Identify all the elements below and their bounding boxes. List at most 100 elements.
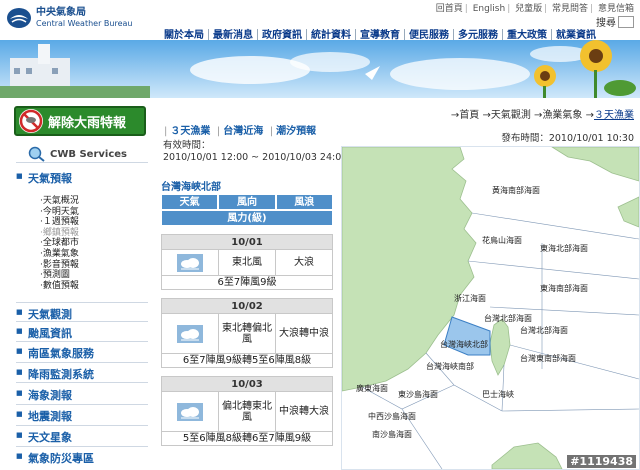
sidebar-weather-forecast[interactable]: 天氣預報	[16, 170, 72, 186]
breadcrumb: →首頁 →天氣觀測 →漁業氣象 →３天漁業	[450, 110, 634, 121]
wind-dir-cell: 東北轉偏北風	[219, 314, 276, 353]
wind-level-cell: 6至7陣風9級轉5至6陣風8級	[161, 354, 333, 368]
sidebar-earthquake[interactable]: 地震測報	[16, 408, 72, 424]
link-kids[interactable]: 兒童版	[515, 4, 542, 14]
divider	[16, 302, 148, 303]
search-area: 搜尋	[596, 14, 634, 29]
divider	[16, 404, 148, 405]
link-english[interactable]: English	[473, 4, 506, 14]
table-row: 偏北轉東北風 中浪轉大浪	[161, 392, 333, 432]
map-label: 台灣北部海面	[484, 313, 532, 323]
cwb-services-link[interactable]: CWB Services	[26, 146, 127, 162]
col-wave: 風浪	[275, 194, 333, 210]
crumb-current[interactable]: ３天漁業	[594, 110, 634, 121]
divider	[16, 382, 148, 383]
forecast-table: 天氣 風向 風浪 風力(級) 10/01 東北風 大浪 6至7陣風9級 10/0…	[161, 194, 333, 446]
wind-level-cell: 6至7陣風9級	[161, 276, 333, 290]
sidebar-typhoon[interactable]: 颱風資訊	[16, 325, 72, 341]
day-header: 10/03	[161, 376, 333, 392]
crumb-home[interactable]: 首頁	[459, 110, 479, 121]
subtabs: | ３天漁業 | 台灣近海 | 潮汐預報	[164, 126, 317, 137]
wind-dir-cell: 偏北轉東北風	[219, 392, 276, 431]
sublist-item[interactable]: ·鄉鎮預報	[40, 228, 79, 239]
magnifier-icon	[28, 146, 45, 162]
crumb-observation[interactable]: 天氣觀測	[491, 110, 531, 121]
top-links: 回首頁 | English | 兒童版 | 常見問答 | 意見信箱	[435, 4, 634, 14]
sublist-item[interactable]: ·數值預報	[40, 281, 79, 292]
map-label: 中西沙島海面	[368, 411, 416, 421]
divider	[16, 446, 148, 447]
cwb-logo[interactable]: 中央氣象局 Central Weather Bureau	[6, 5, 156, 31]
map-label: 黃海南部海面	[492, 185, 540, 195]
sidebar-disaster[interactable]: 氣象防災專區	[16, 450, 94, 466]
divider	[16, 425, 148, 426]
sidebar-astronomy[interactable]: 天文星象	[16, 429, 72, 445]
map-label: 台灣北部海面	[520, 325, 568, 335]
day-header: 10/02	[161, 298, 333, 314]
map-label: 巴士海峽	[482, 389, 514, 399]
map-label: 東海南部海面	[540, 283, 588, 293]
map-label: 台灣海峽北部	[440, 339, 488, 349]
logo-title-zh: 中央氣象局	[36, 7, 86, 18]
marine-region-map[interactable]: 黃海南部海面 花鳥山海面 東海北部海面 東海南部海面 浙江海面 台灣北部海面 台…	[341, 146, 640, 470]
region-title: 台灣海峽北部	[161, 182, 221, 193]
sublist-item[interactable]: ·１週預報	[40, 217, 79, 228]
col-wind-dir: 風向	[218, 194, 276, 210]
tab-tide[interactable]: 潮汐預報	[276, 126, 316, 137]
tab-3day-fishery[interactable]: ３天漁業	[170, 126, 210, 137]
valid-label: 有效時間：	[163, 140, 211, 151]
map-label: 東海北部海面	[540, 243, 588, 253]
divider	[16, 341, 148, 342]
sublist-item[interactable]: ·漁業氣象	[40, 249, 79, 260]
search-input[interactable]	[618, 15, 634, 28]
sidebar-weather-observation[interactable]: 天氣觀測	[16, 306, 72, 322]
table-row: 東北風 大浪	[161, 250, 333, 276]
search-label: 搜尋	[596, 18, 616, 29]
watermark: #1119438	[567, 455, 636, 468]
valid-range: 2010/10/01 12:00 ~ 2010/10/03 24:00	[163, 152, 348, 163]
wave-cell: 中浪轉大浪	[279, 406, 329, 417]
map-label: 花鳥山海面	[482, 235, 522, 245]
map-label: 南沙島海面	[372, 429, 412, 439]
sidebar-south-service[interactable]: 南區氣象服務	[16, 345, 94, 361]
wave-cell: 大浪	[294, 257, 314, 268]
header-banner	[0, 40, 640, 98]
sublist-item[interactable]: ·天氣概況	[40, 196, 79, 207]
divider	[16, 321, 148, 322]
link-home[interactable]: 回首頁	[436, 4, 463, 14]
left-sidebar: 解除大雨特報 CWB Services 天氣預報 ·天氣概況 ·今明天氣 ·１週…	[0, 100, 152, 470]
map-label: 東沙島海面	[398, 389, 438, 399]
wind-dir-cell: 東北風	[219, 250, 276, 275]
cwb-emblem-icon	[7, 8, 31, 28]
map-label: 浙江海面	[454, 293, 486, 303]
publish-time: 發布時間：2010/10/01 10:30	[501, 133, 634, 144]
cloudy-icon	[177, 402, 203, 421]
heavy-rain-alert-button[interactable]: 解除大雨特報	[14, 106, 146, 136]
alert-label: 解除大雨特報	[48, 115, 127, 131]
no-rain-icon	[19, 109, 43, 133]
logo-title-en: Central Weather Bureau	[36, 19, 133, 28]
sublist-item[interactable]: ·全球都市	[40, 238, 79, 249]
cloudy-icon	[177, 324, 203, 343]
sidebar-marine[interactable]: 海象測報	[16, 387, 72, 403]
table-row: 東北轉偏北風 大浪轉中浪	[161, 314, 333, 354]
map-label: 台灣海峽南部	[426, 361, 474, 371]
valid-time: 有效時間： 2010/10/01 12:00 ~ 2010/10/03 24:0…	[163, 140, 347, 164]
wind-level-cell: 5至6陣風8級轉6至7陣風9級	[161, 432, 333, 446]
wave-cell: 大浪轉中浪	[279, 328, 329, 339]
divider	[16, 362, 148, 363]
col-sky: 天氣	[161, 194, 219, 210]
col-wind-level: 風力(級)	[161, 210, 333, 226]
day-header: 10/01	[161, 234, 333, 250]
sublist-item[interactable]: ·今明天氣	[40, 207, 79, 218]
sidebar-rain-monitor[interactable]: 降雨監測系統	[16, 366, 94, 382]
sublist-item[interactable]: ·影音預報	[40, 260, 79, 271]
map-label: 台灣東南部海面	[520, 353, 576, 363]
link-feedback[interactable]: 意見信箱	[598, 4, 634, 14]
tab-taiwan-offshore[interactable]: 台灣近海	[223, 126, 263, 137]
map-label: 廣東海面	[356, 383, 388, 393]
divider	[16, 162, 148, 163]
link-faq[interactable]: 常見問答	[552, 4, 588, 14]
sublist-item[interactable]: ·預測圖	[40, 270, 79, 281]
crumb-fishery[interactable]: 漁業氣象	[542, 110, 582, 121]
